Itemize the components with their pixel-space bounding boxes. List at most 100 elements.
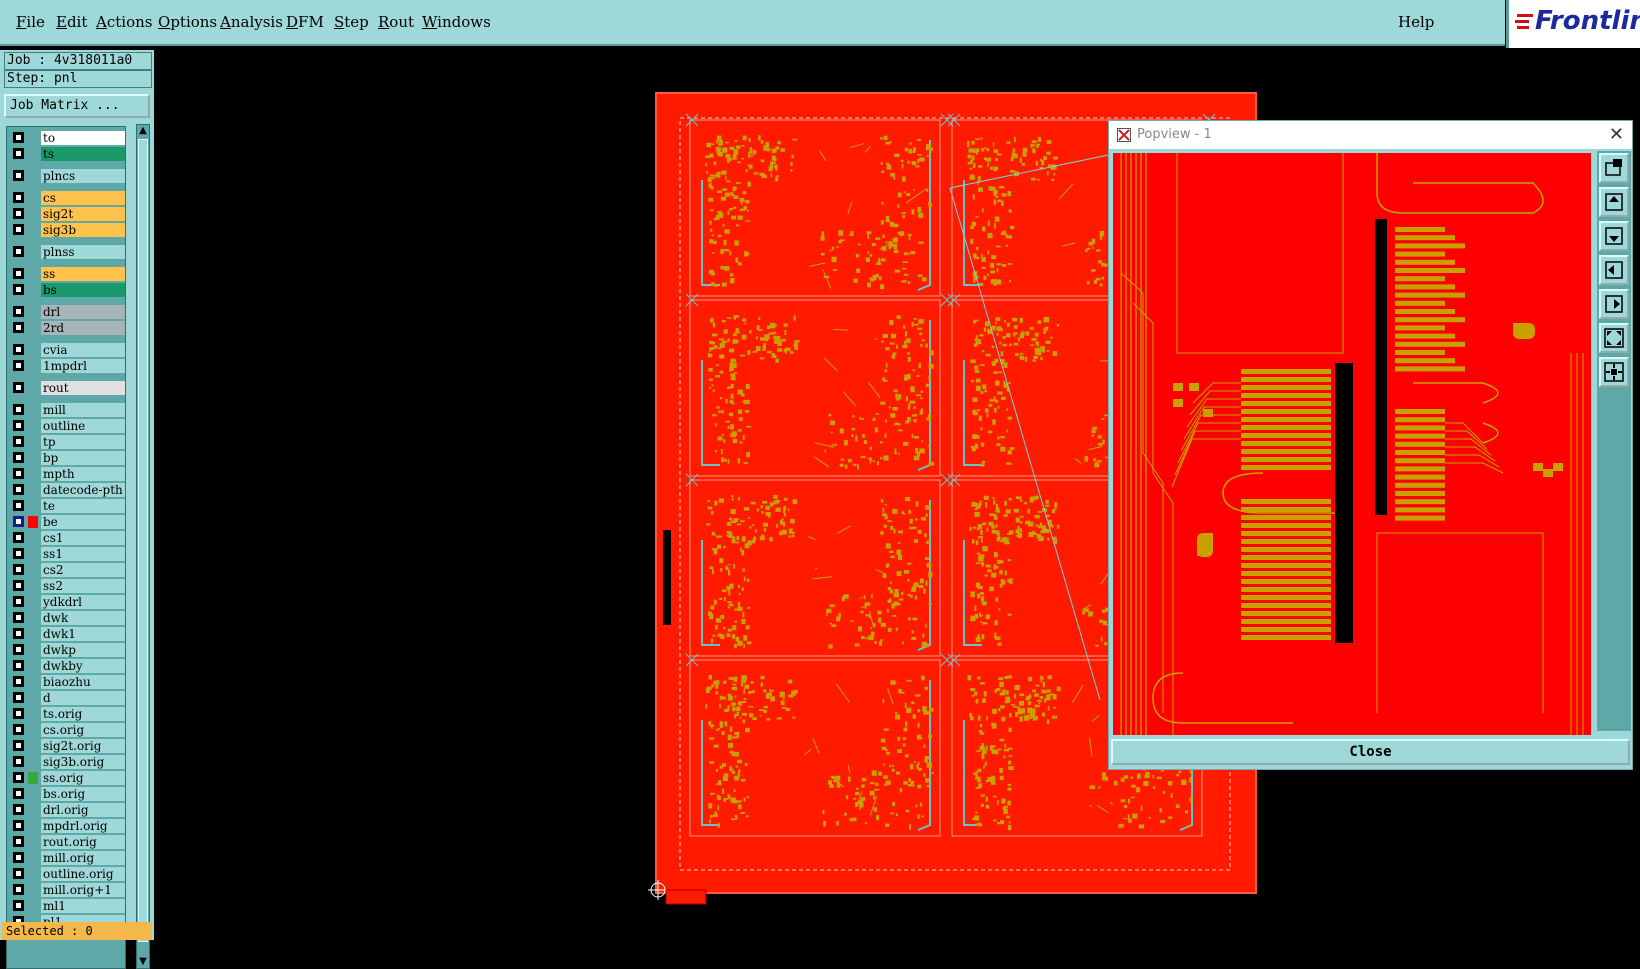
layer-checkbox[interactable] (13, 484, 24, 495)
layer-name[interactable]: mpdrl.orig (41, 819, 125, 833)
layer-row[interactable]: dwkp (9, 643, 125, 657)
layer-checkbox[interactable] (13, 306, 24, 317)
layer-row[interactable]: mpdrl.orig (9, 819, 125, 833)
layer-checkbox[interactable] (13, 284, 24, 295)
layer-list[interactable]: totsplncscssig2tsig3bplnssssbsdrl2rdcvia… (6, 126, 126, 969)
layer-name[interactable]: be (41, 515, 125, 529)
layer-row[interactable]: sig2t (9, 207, 125, 221)
layer-checkbox[interactable] (13, 500, 24, 511)
layer-name[interactable]: cs2 (41, 563, 125, 577)
pan-right-icon[interactable] (1599, 289, 1629, 319)
layer-name[interactable]: ss1 (41, 547, 125, 561)
layer-name[interactable]: 2rd (41, 321, 125, 335)
layer-name[interactable]: outline.orig (41, 867, 125, 881)
layer-row[interactable]: ss1 (9, 547, 125, 561)
layer-name[interactable]: cvia (41, 343, 125, 357)
menu-rout[interactable]: Rout (378, 13, 414, 31)
layer-checkbox[interactable] (13, 452, 24, 463)
layer-row[interactable]: datecode-pth (9, 483, 125, 497)
layer-row[interactable]: ml1 (9, 899, 125, 913)
zoom-in-icon[interactable] (1599, 323, 1629, 353)
layer-checkbox[interactable] (13, 772, 24, 783)
layer-name[interactable]: ml1 (41, 899, 125, 913)
layer-checkbox[interactable] (13, 420, 24, 431)
layer-checkbox[interactable] (13, 224, 24, 235)
menu-help[interactable]: Help (1398, 13, 1434, 31)
layer-row[interactable]: plncs (9, 169, 125, 183)
layer-name[interactable]: sig3b (41, 223, 125, 237)
layer-row[interactable]: 1mpdrl (9, 359, 125, 373)
menu-step[interactable]: Step (334, 13, 369, 31)
layer-row[interactable]: sig2t.orig (9, 739, 125, 753)
layer-name[interactable]: dwkby (41, 659, 125, 673)
layer-checkbox[interactable] (13, 804, 24, 815)
layer-checkbox[interactable] (13, 820, 24, 831)
layer-row[interactable]: ydkdrl (9, 595, 125, 609)
close-button[interactable]: Close (1111, 739, 1630, 765)
layer-row[interactable]: bs (9, 283, 125, 297)
menu-options[interactable]: Options (158, 13, 217, 31)
layer-checkbox[interactable] (13, 322, 24, 333)
layer-row[interactable]: 2rd (9, 321, 125, 335)
scroll-down-arrow-icon[interactable]: ▼ (137, 956, 149, 968)
layer-name[interactable]: to (41, 131, 125, 145)
layer-row[interactable]: bs.orig (9, 787, 125, 801)
job-matrix-button[interactable]: Job Matrix ... (4, 94, 150, 118)
layer-list-scrollbar[interactable]: ▲ ▼ (136, 124, 150, 969)
layer-row[interactable]: mill.orig (9, 851, 125, 865)
layer-name[interactable]: ts.orig (41, 707, 125, 721)
layer-name[interactable]: sig2t (41, 207, 125, 221)
layer-name[interactable]: ydkdrl (41, 595, 125, 609)
layer-checkbox[interactable] (13, 344, 24, 355)
layer-checkbox[interactable] (13, 436, 24, 447)
layer-name[interactable]: cs1 (41, 531, 125, 545)
layer-row[interactable]: to (9, 131, 125, 145)
layer-name[interactable]: mill (41, 403, 125, 417)
layer-row[interactable]: biaozhu (9, 675, 125, 689)
layer-checkbox[interactable] (13, 836, 24, 847)
layer-row[interactable]: mill.orig+1 (9, 883, 125, 897)
layer-name[interactable]: mill.orig (41, 851, 125, 865)
layer-row[interactable]: rout.orig (9, 835, 125, 849)
layer-row[interactable]: ts.orig (9, 707, 125, 721)
layer-checkbox[interactable] (13, 644, 24, 655)
layer-name[interactable]: ss2 (41, 579, 125, 593)
layer-name[interactable]: bs (41, 283, 125, 297)
layer-checkbox[interactable] (13, 596, 24, 607)
layer-name[interactable]: bp (41, 451, 125, 465)
layer-checkbox[interactable] (13, 612, 24, 623)
layer-row[interactable]: cs1 (9, 531, 125, 545)
layer-row[interactable]: dwk (9, 611, 125, 625)
layer-name[interactable]: dwk1 (41, 627, 125, 641)
menu-actions[interactable]: Actions (96, 13, 152, 31)
zoom-home-icon[interactable] (1599, 153, 1629, 183)
layer-checkbox[interactable] (13, 660, 24, 671)
layer-name[interactable]: sig3b.orig (41, 755, 125, 769)
layer-name[interactable]: ts (41, 147, 125, 161)
layer-checkbox[interactable] (13, 208, 24, 219)
layer-row[interactable]: ss (9, 267, 125, 281)
layer-name[interactable]: dwk (41, 611, 125, 625)
menu-file[interactable]: File (16, 13, 45, 31)
layer-row[interactable]: plnss (9, 245, 125, 259)
layer-name[interactable]: plnss (41, 245, 125, 259)
menu-edit[interactable]: Edit (56, 13, 87, 31)
layer-row[interactable]: bp (9, 451, 125, 465)
layer-row[interactable]: be (9, 515, 125, 529)
layer-checkbox[interactable] (13, 868, 24, 879)
layer-row[interactable]: sig3b.orig (9, 755, 125, 769)
layer-checkbox[interactable] (13, 516, 24, 527)
layer-row[interactable]: drl.orig (9, 803, 125, 817)
layer-checkbox[interactable] (13, 404, 24, 415)
popview-titlebar[interactable]: Popview - 1 ✕ (1109, 121, 1632, 149)
layer-checkbox[interactable] (13, 788, 24, 799)
layer-name[interactable]: mill.orig+1 (41, 883, 125, 897)
layer-checkbox[interactable] (13, 468, 24, 479)
layer-row[interactable]: rout (9, 381, 125, 395)
layer-checkbox[interactable] (13, 360, 24, 371)
layer-checkbox[interactable] (13, 756, 24, 767)
close-icon[interactable]: ✕ (1609, 124, 1624, 145)
layer-row[interactable]: ts (9, 147, 125, 161)
layer-name[interactable]: outline (41, 419, 125, 433)
layer-checkbox[interactable] (13, 580, 24, 591)
